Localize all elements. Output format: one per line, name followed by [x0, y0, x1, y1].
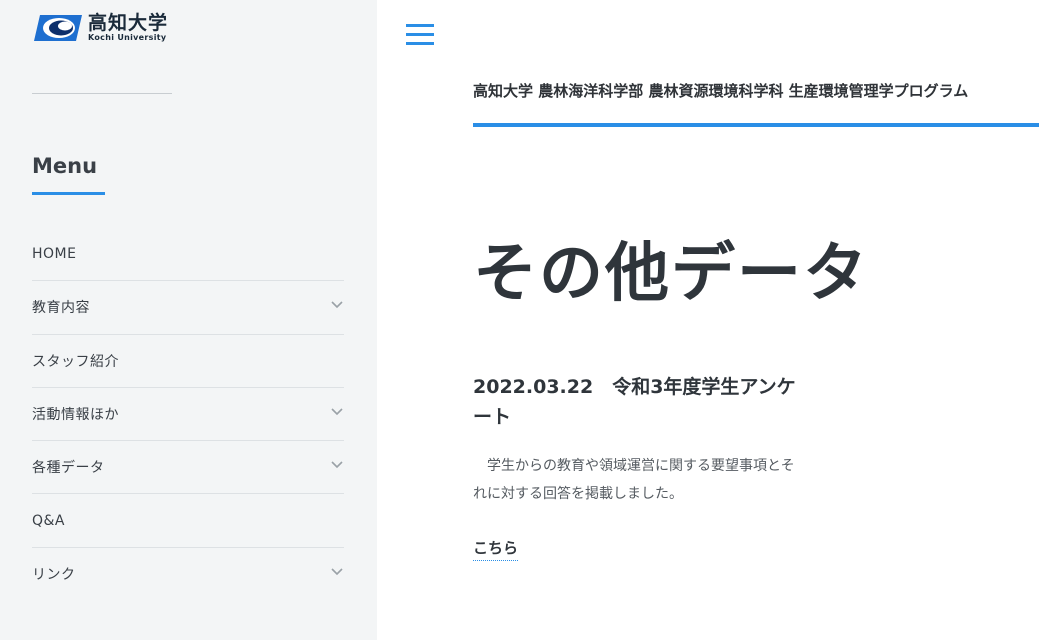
menu-title-underline: [32, 192, 105, 195]
chevron-down-icon[interactable]: [330, 297, 344, 311]
sidebar: 高知大学 Kochi University Menu HOME 教育内容 スタッ…: [0, 0, 377, 640]
sidebar-item-label: 教育内容: [32, 300, 90, 317]
chevron-down-icon[interactable]: [330, 564, 344, 578]
sidebar-item-label: リンク: [32, 567, 76, 584]
menu-title: Menu: [32, 154, 98, 178]
chevron-down-icon[interactable]: [330, 404, 344, 418]
logo-name-ja: 高知大学: [88, 12, 169, 34]
post-title: 2022.03.22 令和3年度学生アンケート: [473, 376, 796, 428]
sidebar-item-label: 各種データ: [32, 460, 105, 477]
logo-divider: [32, 93, 172, 94]
chevron-down-icon[interactable]: [330, 457, 344, 471]
university-logo[interactable]: 高知大学 Kochi University: [32, 10, 168, 46]
sidebar-item-staff[interactable]: スタッフ紹介: [32, 335, 344, 388]
post-body: 学生からの教育や領域運営に関する要望事項とそれに対する回答を掲載しました。: [473, 458, 795, 502]
site-title[interactable]: 高知大学 農林海洋科学部 農林資源環境科学科 生産環境管理学プログラム: [473, 80, 1039, 101]
sidebar-item-label: HOME: [32, 246, 77, 263]
sidebar-item-home[interactable]: HOME: [32, 228, 344, 282]
sidebar-item-label: スタッフ紹介: [32, 353, 119, 370]
kochi-university-logo-icon: [34, 15, 82, 41]
logo-name-en: Kochi University: [88, 33, 167, 42]
post-link[interactable]: こちら: [473, 537, 519, 561]
sidebar-item-qa[interactable]: Q&A: [32, 494, 344, 548]
sidebar-nav: HOME 教育内容 スタッフ紹介 活動情報ほか 各種データ Q&A リンク: [32, 228, 344, 601]
hamburger-menu-icon[interactable]: [406, 24, 434, 46]
logo-text: 高知大学 Kochi University: [88, 13, 168, 43]
sidebar-item-activities[interactable]: 活動情報ほか: [32, 388, 344, 442]
sidebar-item-links[interactable]: リンク: [32, 548, 344, 601]
page: 高知大学 Kochi University Menu HOME 教育内容 スタッ…: [0, 0, 1039, 640]
site-title-underline: [473, 123, 1039, 127]
sidebar-item-label: 活動情報ほか: [32, 407, 119, 424]
page-title: その他データ: [473, 237, 869, 311]
sidebar-item-data[interactable]: 各種データ: [32, 441, 344, 495]
sidebar-item-label: Q&A: [32, 512, 66, 529]
sidebar-item-education[interactable]: 教育内容: [32, 281, 344, 335]
